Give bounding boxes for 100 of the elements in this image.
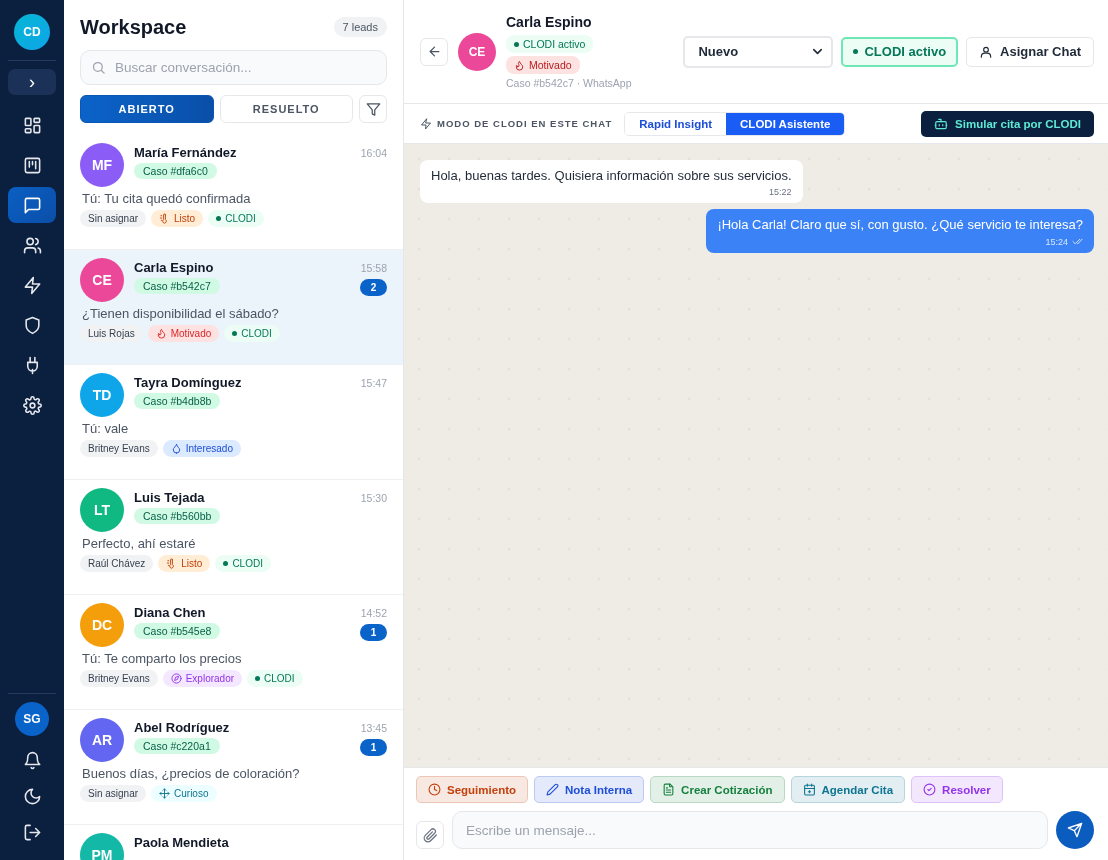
user-avatar[interactable]: SG (15, 702, 49, 736)
message-text: Hola, buenas tardes. Quisiera información sobre sus servicios. (431, 168, 792, 183)
clodi-toggle-button[interactable]: CLODI activo (841, 36, 959, 67)
case-tag: Caso #b560bb (134, 508, 221, 524)
message-text: ¡Hola Carla! Claro que sí, con gusto. ¿Qué servicio te interesa? (717, 217, 1083, 232)
lightning-icon (22, 275, 42, 295)
filter-button[interactable] (359, 95, 387, 123)
case-tag: Caso #dfa6c0 (134, 163, 217, 179)
clodi-tag: CLODI (215, 555, 271, 572)
message-input[interactable]: Escribe un mensaje... (452, 811, 1048, 849)
contact-name: Diana Chen (134, 605, 207, 620)
mood-tag: Interesado (162, 440, 241, 457)
contact-avatar: CE (80, 258, 124, 302)
simulate-button[interactable]: Simular cita por CLODI (921, 110, 1094, 137)
back-button[interactable] (420, 37, 448, 66)
compass-icon (170, 673, 182, 684)
clodi-tag: CLODI (224, 325, 280, 342)
message-preview: Tú: vale (82, 421, 130, 436)
contact-name: Tayra Domínguez (134, 375, 243, 390)
contact-avatar: DC (80, 603, 124, 647)
moon-icon (22, 786, 42, 806)
quick-action-button[interactable]: Resolver (911, 776, 1003, 803)
contact-avatar: TD (80, 373, 124, 417)
assignee-tag: Britney Evans (80, 670, 158, 687)
clock-icon (428, 783, 441, 796)
message-preview: Buenos días, ¿precios de coloración? (82, 766, 301, 781)
contact-name: Paola Mendieta (134, 835, 230, 850)
case-tag: Caso #c220a1 (134, 738, 220, 754)
quick-action-button[interactable]: Agendar Cita (790, 776, 906, 803)
lightning-icon (420, 117, 432, 130)
dashboard-icon (22, 115, 42, 135)
attach-button[interactable] (416, 821, 444, 849)
quick-action-button[interactable]: Seguimiento (416, 776, 528, 803)
clodi-tag: CLODI (208, 210, 264, 227)
quick-action-button[interactable]: Nota Interna (534, 776, 645, 803)
quick-action-button[interactable]: Crear Cotización (650, 776, 785, 803)
pencil-icon (546, 783, 559, 796)
settings-icon (22, 395, 42, 415)
send-button[interactable] (1056, 811, 1094, 849)
contact-name: María Fernández (134, 145, 238, 160)
contact-avatar: PM (80, 833, 124, 860)
message-time: 15:47 (360, 377, 387, 389)
message-time: 14:52 (360, 607, 387, 619)
message-preview: Tú: Te comparto los precios (82, 651, 243, 666)
message-preview: Perfecto, ahí estaré (82, 536, 197, 551)
clodi-status-badge: CLODI activo (506, 35, 594, 53)
flame-icon (155, 328, 167, 339)
calendar-icon (802, 783, 816, 796)
crosshair-icon (159, 788, 171, 799)
assign-chat-button[interactable]: Asignar Chat (966, 36, 1094, 67)
shield-icon (22, 315, 42, 335)
contact-avatar: AR (80, 718, 124, 762)
status-tab[interactable]: ABIERTO (80, 95, 214, 123)
workspace-title: Workspace (80, 15, 187, 39)
read-ticks-icon (1072, 236, 1083, 247)
send-icon (1067, 822, 1083, 838)
flame-icon (514, 59, 525, 71)
board-icon (22, 155, 42, 175)
contact-avatar: CE (458, 32, 496, 71)
lead-count: 7 leads (333, 17, 387, 37)
contact-name: Abel Rodríguez (134, 720, 231, 735)
clodi-tag: CLODI (247, 670, 303, 687)
contact-avatar: MF (80, 143, 124, 187)
case-info: Caso #b542c7 · WhatsApp (506, 77, 632, 89)
chat-icon (22, 195, 42, 215)
assignee-tag: Britney Evans (80, 440, 158, 457)
case-tag: Caso #b542c7 (134, 278, 220, 294)
message-time: 13:45 (360, 722, 387, 734)
users-icon (22, 235, 42, 255)
mood-tag: Listo (158, 555, 211, 572)
document-icon (662, 783, 676, 796)
case-tag: Caso #b545e8 (134, 623, 221, 639)
message-preview: Tú: Tu cita quedó confirmada (82, 191, 252, 206)
mood-tag: Explorador (162, 670, 243, 687)
nav-item[interactable] (8, 187, 56, 223)
search-field[interactable]: Buscar conversación... (80, 50, 387, 85)
mode-option[interactable]: CLODI Asistente (726, 112, 845, 135)
user-icon (979, 44, 994, 59)
mood-tag: Curioso (151, 785, 217, 802)
message-preview: ¿Tienen disponibilidad el sábado? (82, 306, 280, 321)
message-time: 15:58 (360, 262, 387, 274)
assignee-tag: Luis Rojas (80, 325, 143, 342)
assignee-tag: Raúl Chávez (80, 555, 154, 572)
expand-button[interactable]: › (8, 69, 56, 95)
contact-name: Carla Espino (134, 260, 215, 275)
check-circle-icon (923, 783, 937, 796)
filter-icon (365, 101, 381, 117)
stage-select[interactable]: Nuevo (683, 35, 834, 68)
conversation-item[interactable]: CE Carla Espino Caso #b542c7 15:58 2 ¿Tienen disponibilidad el sábado? Luis Rojas Motivado CLODI (64, 250, 403, 365)
assignee-tag: Sin asignar (80, 210, 147, 227)
mood-badge: Motivado (506, 56, 580, 74)
case-tag: Caso #b4db8b (134, 393, 221, 409)
bell-icon (22, 750, 42, 770)
message-time: 16:04 (360, 147, 387, 159)
contact-name: Luis Tejada (134, 490, 206, 505)
status-tab[interactable]: RESUELTO (219, 95, 353, 123)
droplet-icon (170, 443, 182, 454)
unread-count: 1 (360, 739, 387, 756)
logout-icon (22, 822, 42, 842)
assignee-tag: Sin asignar (80, 785, 147, 802)
